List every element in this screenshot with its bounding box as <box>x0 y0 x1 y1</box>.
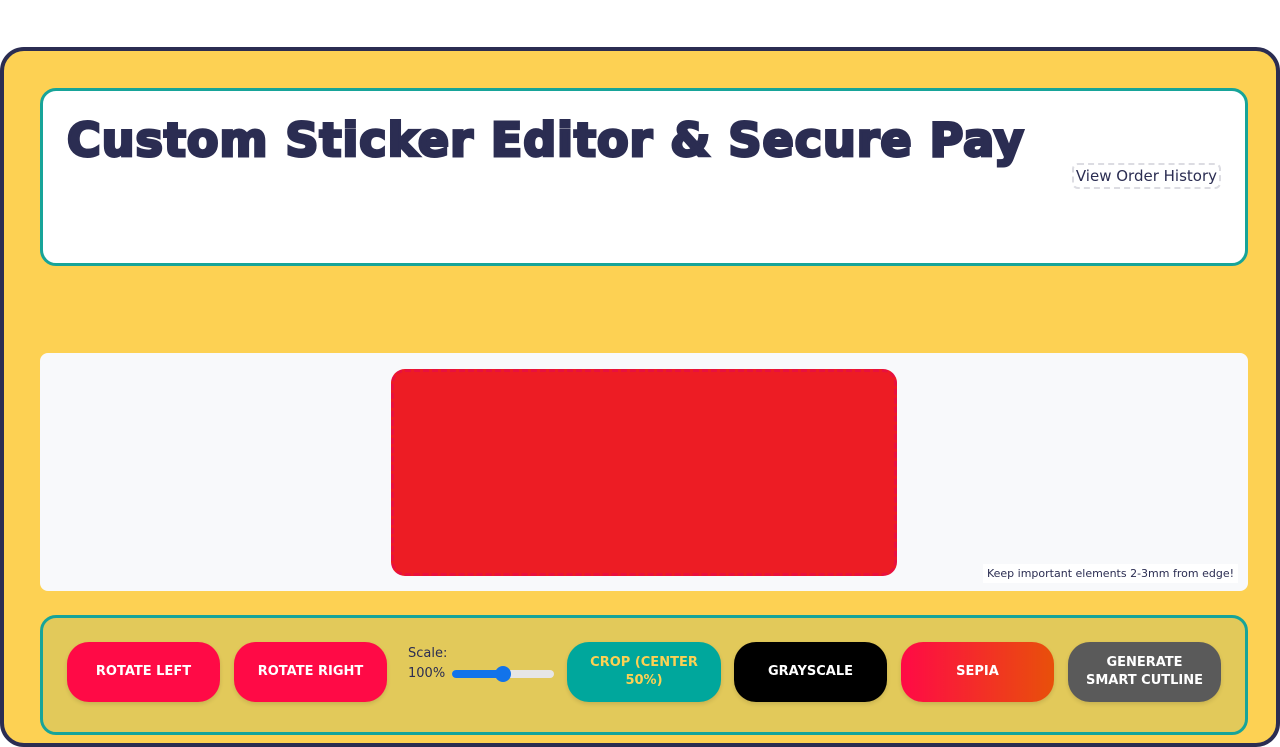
rotate-left-button[interactable]: Rotate Left <box>67 642 220 702</box>
grayscale-button[interactable]: Grayscale <box>734 642 887 702</box>
scale-value: 100% <box>408 666 446 681</box>
rotate-right-button[interactable]: Rotate Right <box>234 642 387 702</box>
scale-slider[interactable] <box>452 666 554 682</box>
scale-label: Scale: <box>408 646 448 661</box>
sticker-preview[interactable] <box>391 369 897 576</box>
scale-slider-thumb[interactable] <box>495 666 511 682</box>
page-title: Custom Sticker Editor & Secure Pay <box>66 112 1026 169</box>
generate-smart-cutline-button[interactable]: Generate Smart Cutline <box>1068 642 1221 702</box>
editor-toolbar: Rotate Left Rotate Right Scale: 100% Cro… <box>40 615 1248 735</box>
app-frame: Custom Sticker Editor & Secure Pay View … <box>0 47 1280 747</box>
sepia-button[interactable]: Sepia <box>901 642 1054 702</box>
scale-control: Scale: 100% <box>408 644 558 704</box>
safe-zone-hint: Keep important elements 2-3mm from edge! <box>982 564 1238 583</box>
header-card: Custom Sticker Editor & Secure Pay View … <box>40 88 1248 266</box>
sticker-canvas-area: Keep important elements 2-3mm from edge! <box>40 353 1248 591</box>
view-order-history-link[interactable]: View Order History <box>1071 163 1221 189</box>
crop-center-button[interactable]: Crop (Center 50%) <box>567 642 721 702</box>
